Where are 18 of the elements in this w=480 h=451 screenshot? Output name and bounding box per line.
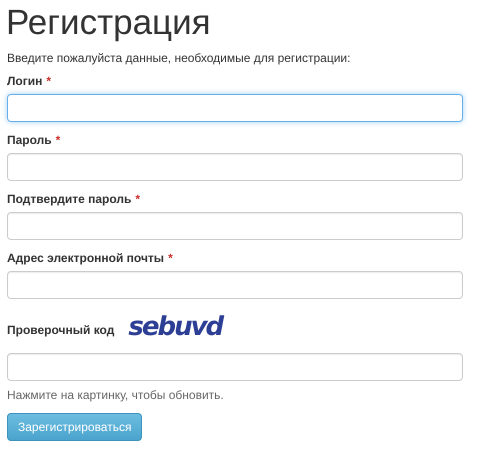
field-label: Логин <box>7 73 42 89</box>
required-mark: * <box>46 73 52 89</box>
required-mark: * <box>135 191 140 207</box>
intro-text: Введите пожалуйста данные, необходимые для регистрации: <box>7 50 352 66</box>
required-mark: * <box>56 132 60 148</box>
input-field[interactable] <box>7 212 463 240</box>
field-label: Подтвердите пароль <box>7 191 132 207</box>
field-label: Проверочный код <box>7 322 114 339</box>
field-label: Пароль <box>7 132 52 148</box>
page-title: Регистрация <box>6 2 212 43</box>
captcha-image[interactable]: sebuvd <box>128 312 222 342</box>
input-field[interactable] <box>7 94 463 122</box>
required-mark: * <box>168 250 173 266</box>
input-field[interactable] <box>7 153 463 181</box>
hint-text: Нажмите на картинку, чтобы обновить. <box>7 387 225 403</box>
input-field[interactable] <box>7 271 463 299</box>
field-label: Адрес электронной почты <box>7 250 164 266</box>
input-field[interactable] <box>7 353 463 381</box>
